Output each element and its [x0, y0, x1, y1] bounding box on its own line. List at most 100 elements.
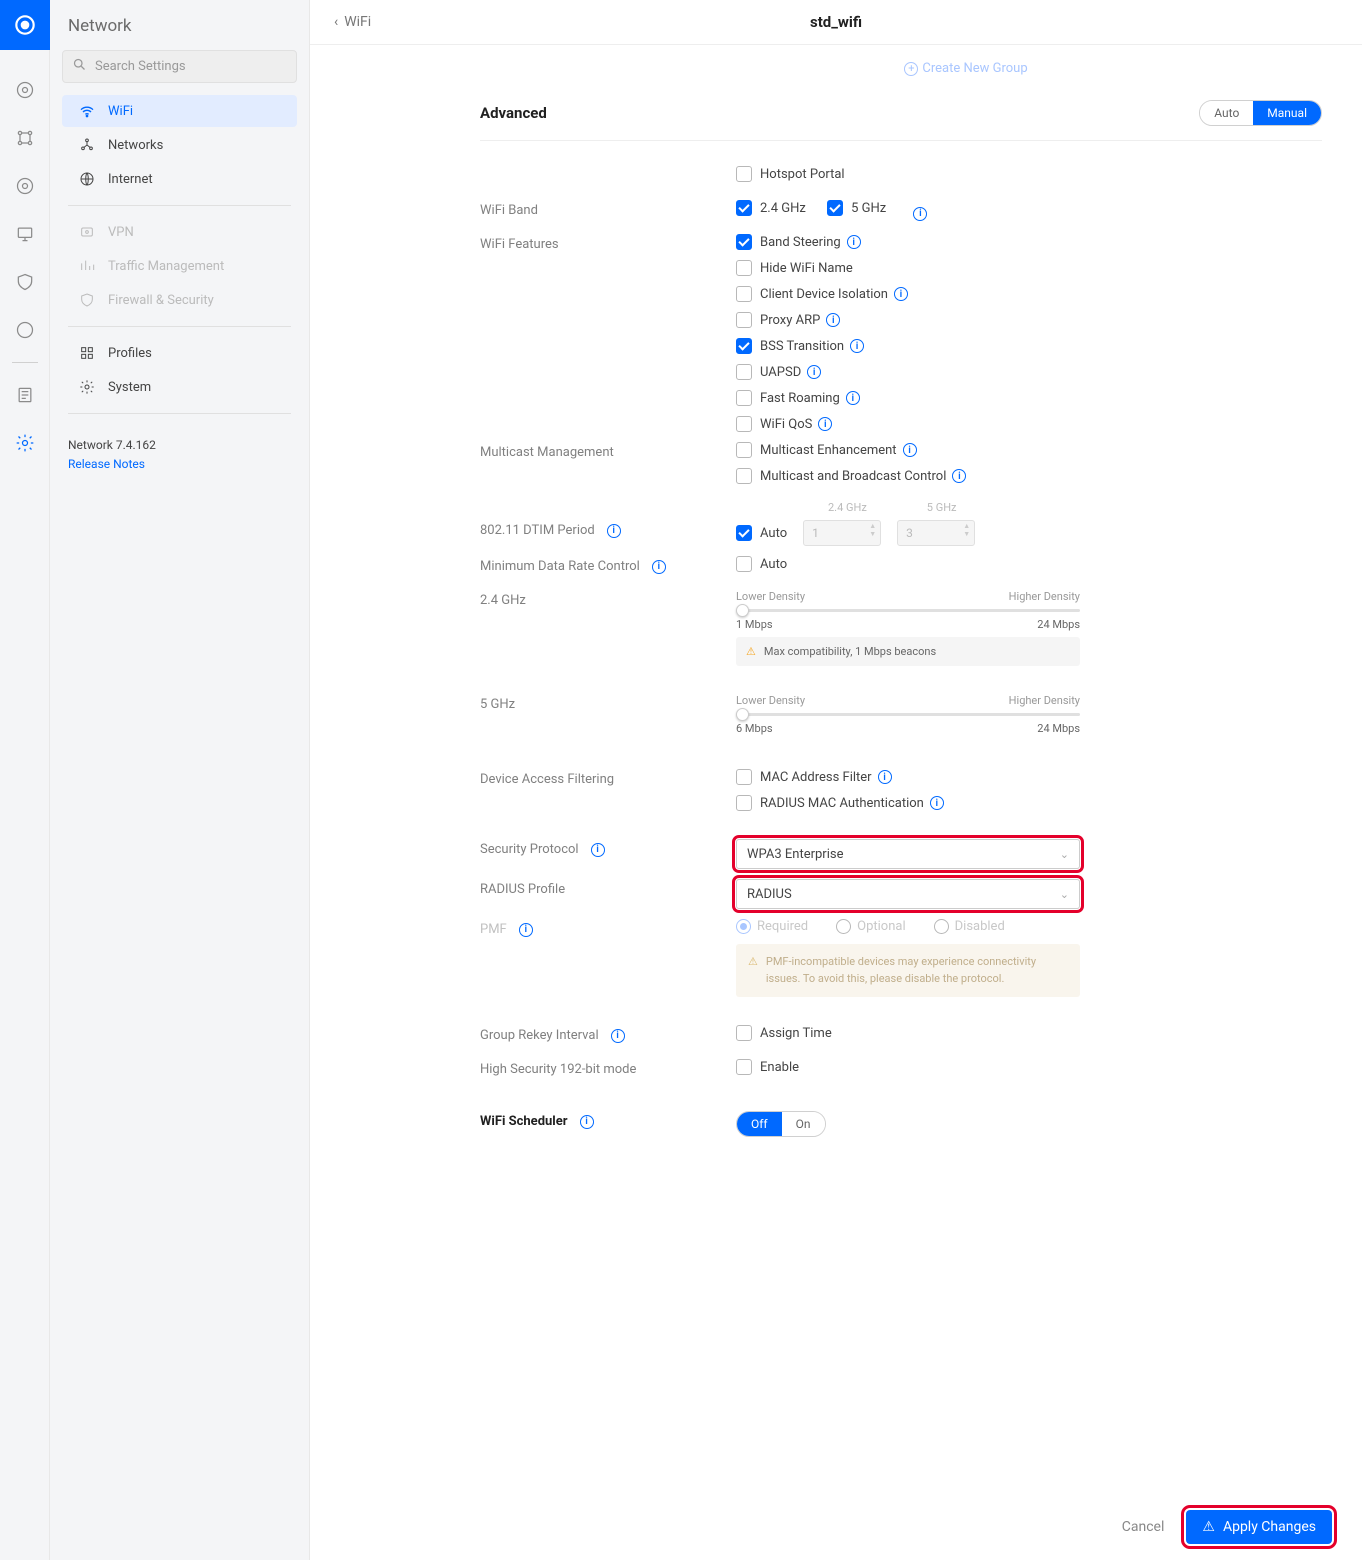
- min-rate-auto-checkbox[interactable]: Auto: [736, 556, 1322, 572]
- dtim-5-head: 5 GHz: [927, 501, 957, 514]
- rail-icon-5[interactable]: [13, 270, 37, 294]
- cancel-button[interactable]: Cancel: [1122, 1519, 1165, 1535]
- mode-auto-button[interactable]: Auto: [1200, 101, 1253, 125]
- dtim-24-input: 1▲▼: [803, 520, 881, 546]
- nav-label: WiFi: [108, 104, 133, 119]
- info-icon[interactable]: [878, 770, 892, 784]
- rail-icon-1[interactable]: [13, 78, 37, 102]
- pmf-warning: ⚠PMF-incompatible devices may experience…: [736, 944, 1080, 997]
- info-icon[interactable]: [903, 443, 917, 457]
- band-5-checkbox[interactable]: 5 GHz: [827, 200, 886, 216]
- info-icon[interactable]: [846, 391, 860, 405]
- rekey-assign-checkbox[interactable]: Assign Time: [736, 1025, 1322, 1041]
- app-logo[interactable]: [0, 0, 50, 50]
- rail-icon-6[interactable]: [13, 318, 37, 342]
- info-icon[interactable]: [652, 560, 666, 574]
- slider-5ghz[interactable]: Lower DensityHigher Density 6 Mbps24 Mbp…: [736, 694, 1322, 735]
- slider-24ghz[interactable]: Lower DensityHigher Density 1 Mbps24 Mbp…: [736, 590, 1322, 631]
- nav-label: Firewall & Security: [108, 293, 214, 308]
- firewall-icon: [78, 292, 96, 308]
- band5-sublabel: 5 GHz: [480, 694, 736, 712]
- info-icon[interactable]: [818, 417, 832, 431]
- proxy-arp-checkbox[interactable]: Proxy ARP: [736, 312, 1322, 328]
- nav-label: Networks: [108, 138, 163, 153]
- radius-mac-checkbox[interactable]: RADIUS MAC Authentication: [736, 795, 1322, 811]
- band-steering-checkbox[interactable]: Band Steering: [736, 234, 1322, 250]
- release-notes-link[interactable]: Release Notes: [68, 457, 291, 471]
- pmf-required-radio: Required: [736, 919, 808, 934]
- multicast-label: Multicast Management: [480, 442, 736, 460]
- multicast-enh-checkbox[interactable]: Multicast Enhancement: [736, 442, 1322, 458]
- content: + Create New Group Advanced Auto Manual H…: [310, 45, 1362, 1560]
- info-icon[interactable]: [952, 469, 966, 483]
- back-button[interactable]: ‹WiFi: [334, 14, 371, 30]
- app-title: Network: [50, 0, 309, 50]
- nav-label: Traffic Management: [108, 259, 224, 274]
- multicast-bc-checkbox[interactable]: Multicast and Broadcast Control: [736, 468, 1322, 484]
- info-icon[interactable]: [607, 524, 621, 538]
- dtim-label: 802.11 DTIM Period: [480, 520, 736, 538]
- nav-wifi[interactable]: WiFi: [62, 95, 297, 127]
- nav-networks[interactable]: Networks: [62, 129, 297, 161]
- nav-label: Internet: [108, 172, 153, 187]
- advanced-form: Hotspot Portal WiFi Band 2.4 GHz 5 GHz W…: [480, 141, 1322, 1142]
- dtim-24-head: 2.4 GHz: [828, 501, 867, 514]
- band24-sublabel: 2.4 GHz: [480, 590, 736, 608]
- create-group-label: Create New Group: [922, 61, 1027, 76]
- mac-filter-checkbox[interactable]: MAC Address Filter: [736, 769, 1322, 785]
- rail-icon-2[interactable]: [13, 126, 37, 150]
- info-icon[interactable]: [580, 1115, 594, 1129]
- hide-wifi-checkbox[interactable]: Hide WiFi Name: [736, 260, 1322, 276]
- dtim-auto-checkbox[interactable]: Auto: [736, 525, 787, 541]
- info-icon[interactable]: [894, 287, 908, 301]
- pmf-radio-group: Required Optional Disabled: [736, 919, 1322, 934]
- nav-profiles[interactable]: Profiles: [62, 337, 297, 369]
- plus-icon: +: [904, 62, 918, 76]
- nav-internet[interactable]: Internet: [62, 163, 297, 195]
- rail-settings-icon[interactable]: [13, 431, 37, 455]
- info-icon[interactable]: [930, 796, 944, 810]
- info-icon[interactable]: [519, 923, 533, 937]
- mode-manual-button[interactable]: Manual: [1253, 101, 1321, 125]
- info-icon[interactable]: [611, 1029, 625, 1043]
- rail-icon-3[interactable]: [13, 174, 37, 198]
- info-icon[interactable]: [913, 207, 927, 221]
- nav-vpn[interactable]: VPN: [62, 216, 297, 248]
- scheduler-off-button[interactable]: Off: [737, 1112, 782, 1136]
- nav-firewall[interactable]: Firewall & Security: [62, 284, 297, 316]
- highsec-enable-checkbox[interactable]: Enable: [736, 1059, 1322, 1075]
- info-icon[interactable]: [847, 235, 861, 249]
- rail-icon-logs[interactable]: [13, 383, 37, 407]
- fast-roaming-checkbox[interactable]: Fast Roaming: [736, 390, 1322, 406]
- bss-transition-checkbox[interactable]: BSS Transition: [736, 338, 1322, 354]
- apply-changes-button[interactable]: ⚠Apply Changes: [1186, 1510, 1332, 1544]
- nav-system[interactable]: System: [62, 371, 297, 403]
- wifi-qos-checkbox[interactable]: WiFi QoS: [736, 416, 1322, 432]
- search-icon: [72, 57, 87, 76]
- profiles-icon: [78, 345, 96, 361]
- security-protocol-select[interactable]: WPA3 Enterprise⌄: [736, 839, 1080, 869]
- version-text: Network 7.4.162: [68, 438, 291, 452]
- advanced-section-header: Advanced Auto Manual: [480, 84, 1322, 141]
- search-container: [62, 50, 297, 83]
- create-new-group[interactable]: + Create New Group: [610, 55, 1322, 84]
- info-icon[interactable]: [826, 313, 840, 327]
- radius-profile-select[interactable]: RADIUS⌄: [736, 879, 1080, 909]
- highsec-label: High Security 192-bit mode: [480, 1059, 736, 1077]
- nav-traffic[interactable]: Traffic Management: [62, 250, 297, 282]
- info-icon[interactable]: [807, 365, 821, 379]
- nav-label: Profiles: [108, 346, 152, 361]
- uapsd-checkbox[interactable]: UAPSD: [736, 364, 1322, 380]
- pmf-disabled-radio: Disabled: [934, 919, 1005, 934]
- info-icon[interactable]: [850, 339, 864, 353]
- search-input[interactable]: [62, 50, 297, 83]
- traffic-icon: [78, 258, 96, 274]
- sidebar: Network WiFi Networks Internet VPN Traff…: [50, 0, 310, 1560]
- rail-icon-4[interactable]: [13, 222, 37, 246]
- hotspot-portal-checkbox[interactable]: Hotspot Portal: [736, 166, 1322, 182]
- info-icon[interactable]: [591, 843, 605, 857]
- client-isolation-checkbox[interactable]: Client Device Isolation: [736, 286, 1322, 302]
- band-24-checkbox[interactable]: 2.4 GHz: [736, 200, 806, 216]
- security-protocol-label: Security Protocol: [480, 839, 736, 857]
- scheduler-on-button[interactable]: On: [782, 1112, 825, 1136]
